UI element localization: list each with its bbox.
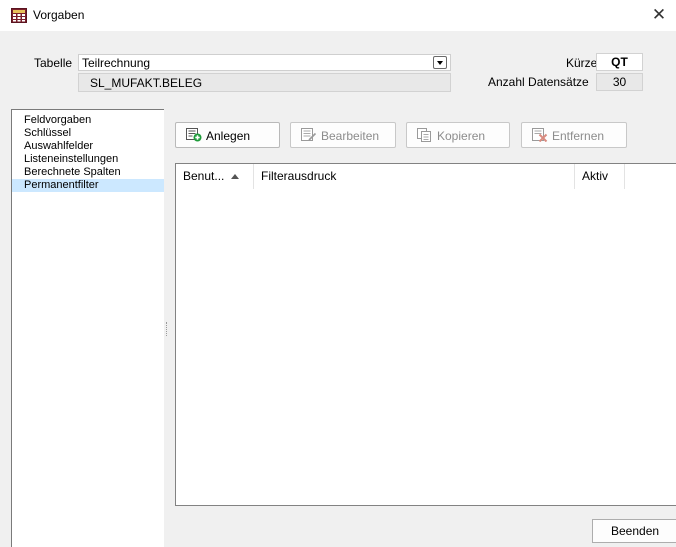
tabelle-combobox[interactable]: Teilrechnung <box>78 54 451 71</box>
delete-record-icon <box>532 128 548 143</box>
close-button[interactable]: ✕ <box>648 4 670 26</box>
entfernen-label: Entfernen <box>552 129 605 143</box>
kopieren-button[interactable]: Kopieren <box>406 122 510 148</box>
table-name-value: SL_MUFAKT.BELEG <box>90 76 203 90</box>
tabelle-value: Teilrechnung <box>82 56 151 70</box>
bearbeiten-label: Bearbeiten <box>321 129 380 143</box>
beenden-button[interactable]: Beenden <box>592 519 676 543</box>
column-header-filterausdruck-label: Filterausdruck <box>261 169 337 183</box>
column-header-aktiv[interactable]: Aktiv <box>575 164 625 189</box>
anzahl-label: Anzahl Datensätze <box>488 75 589 89</box>
sidebar-item-feldvorgaben[interactable]: Feldvorgaben <box>12 114 164 127</box>
sidebar-item-permanentfilter[interactable]: Permanentfilter <box>12 179 164 192</box>
kuerzel-field: QT <box>596 53 643 71</box>
anzahl-field: 30 <box>596 73 643 91</box>
left-panel: Feldvorgaben Schlüssel Auswahlfelder Lis… <box>0 97 170 547</box>
column-header-benutzer-label: Benut... <box>183 169 225 183</box>
kopieren-label: Kopieren <box>437 129 486 143</box>
sidebar-list: Feldvorgaben Schlüssel Auswahlfelder Lis… <box>11 109 164 547</box>
kuerzel-label: Kürzel <box>566 56 601 70</box>
window-title: Vorgaben <box>33 8 85 22</box>
chevron-down-icon[interactable] <box>433 56 447 69</box>
anlegen-label: Anlegen <box>206 129 251 143</box>
close-icon: ✕ <box>651 5 667 24</box>
table-grid-icon <box>11 8 27 23</box>
sidebar-item-auswahlfelder[interactable]: Auswahlfelder <box>12 140 164 153</box>
title-bar: Vorgaben ✕ <box>0 0 676 31</box>
sidebar-item-schluessel[interactable]: Schlüssel <box>12 127 164 140</box>
sidebar-item-berechnete-spalten[interactable]: Berechnete Spalten <box>12 166 164 179</box>
grid-header: Benut... Filterausdruck Aktiv <box>176 164 676 189</box>
table-info-form: Tabelle Teilrechnung SL_MUFAKT.BELEG Kür… <box>0 31 676 97</box>
sort-ascending-icon <box>231 174 240 179</box>
column-header-benutzer[interactable]: Benut... <box>176 164 254 189</box>
entfernen-button[interactable]: Entfernen <box>521 122 627 148</box>
anlegen-button[interactable]: Anlegen <box>175 122 280 148</box>
column-header-aktiv-label: Aktiv <box>582 169 609 183</box>
filter-grid[interactable]: Benut... Filterausdruck Aktiv <box>175 163 676 506</box>
sidebar-item-listeneinstellungen[interactable]: Listeneinstellungen <box>12 153 164 166</box>
add-record-icon <box>186 128 202 142</box>
copy-record-icon <box>417 128 433 142</box>
bearbeiten-button[interactable]: Bearbeiten <box>290 122 396 148</box>
splitter-handle[interactable] <box>166 322 168 336</box>
tabelle-label: Tabelle <box>34 56 73 70</box>
column-header-filterausdruck[interactable]: Filterausdruck <box>254 164 575 189</box>
content-panel: Anlegen Bearbeiten Kopieren Entfernen Be… <box>170 97 676 547</box>
edit-record-icon <box>301 128 317 142</box>
table-name-field: SL_MUFAKT.BELEG <box>78 73 451 92</box>
